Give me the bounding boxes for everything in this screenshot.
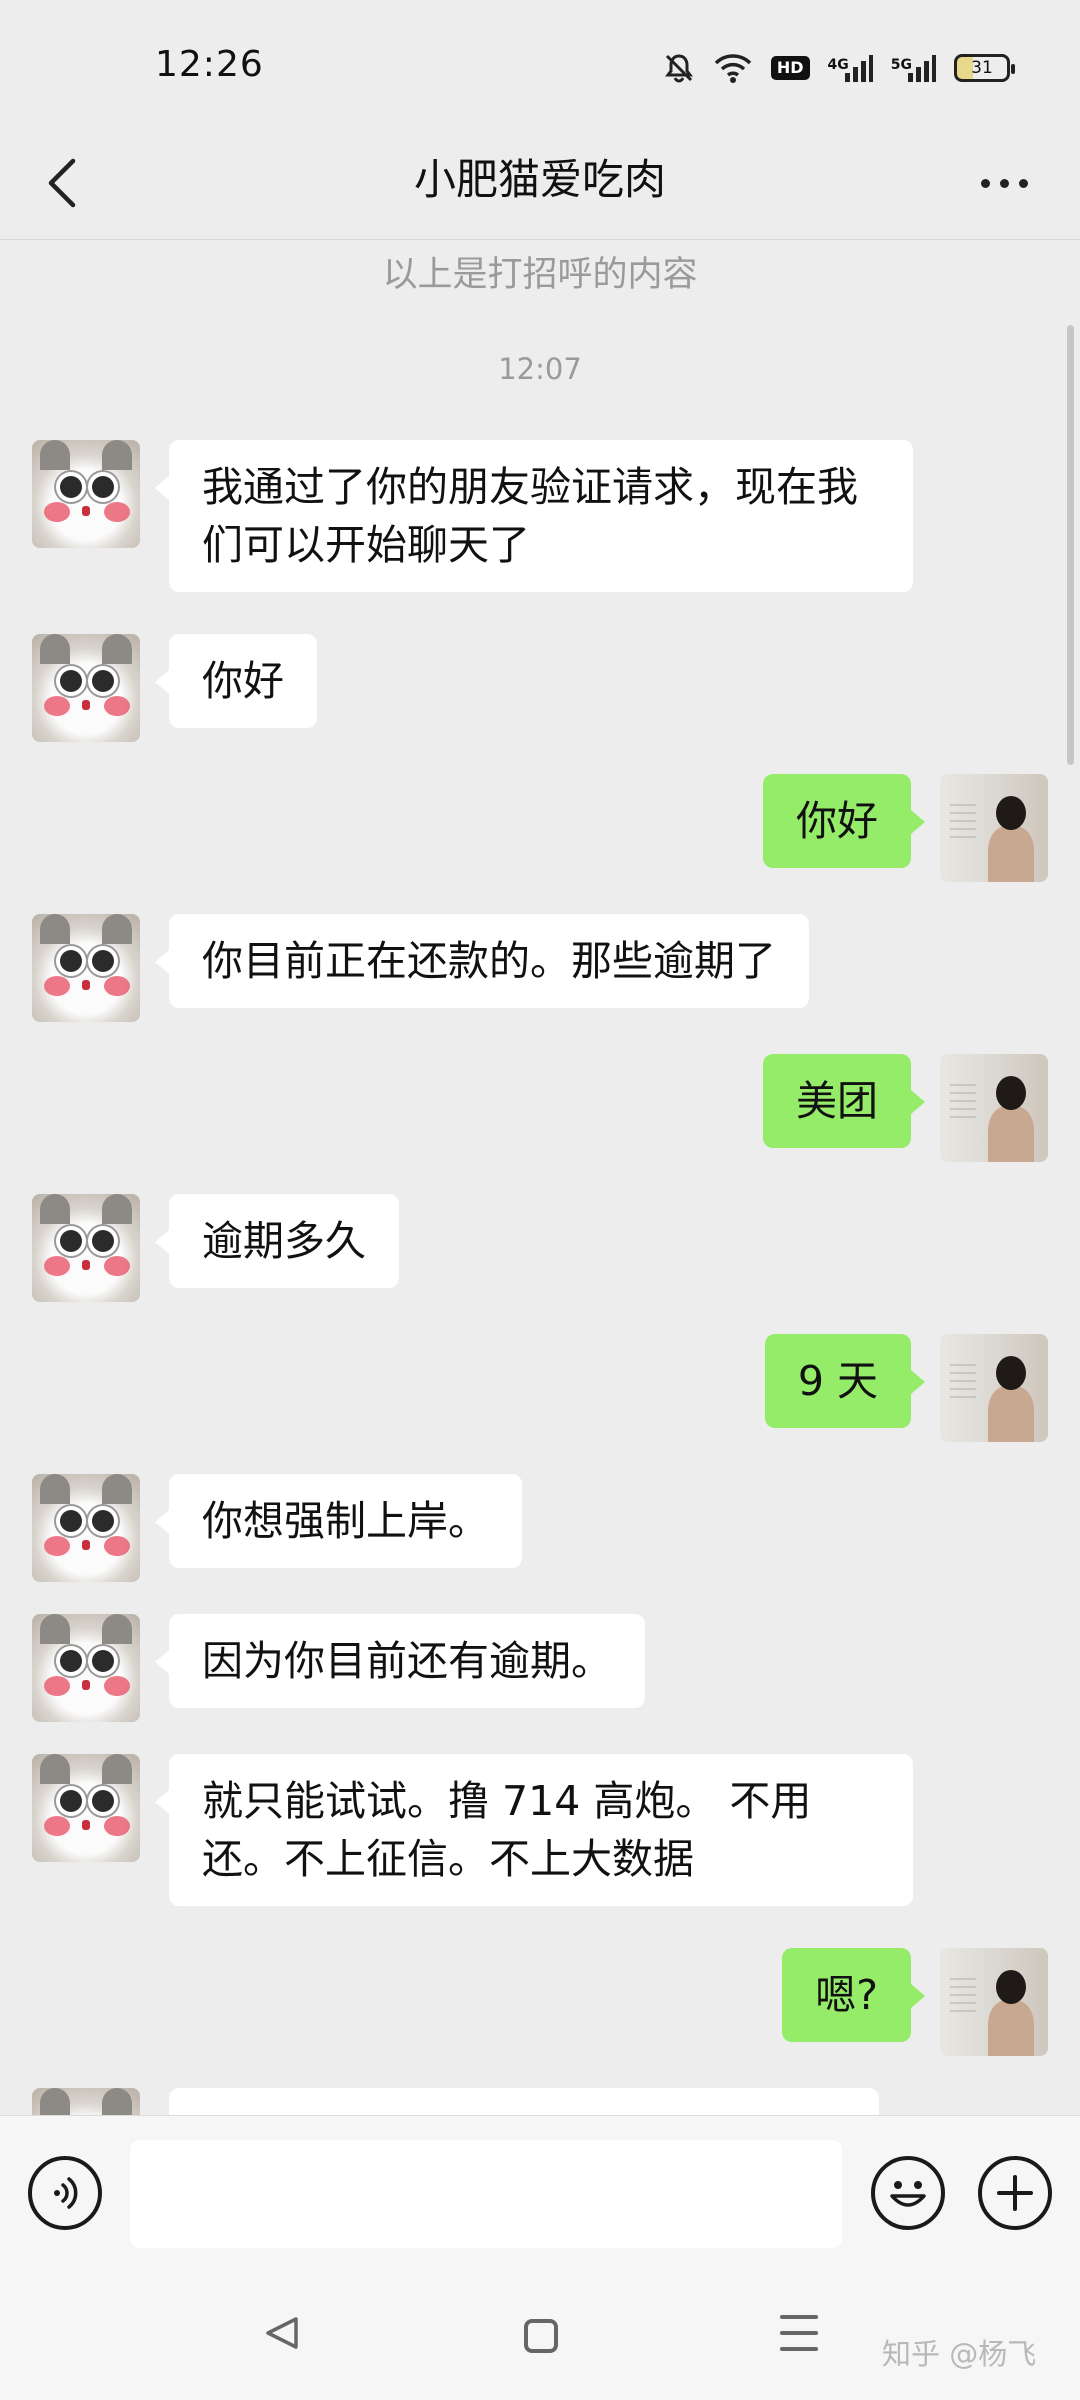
my-avatar[interactable] bbox=[940, 774, 1048, 882]
greeting-note: 以上是打招呼的内容 bbox=[382, 255, 698, 295]
voice-icon bbox=[54, 2177, 78, 2209]
contact-avatar[interactable] bbox=[32, 1754, 140, 1862]
plus-button[interactable] bbox=[978, 2156, 1052, 2230]
contact-avatar[interactable] bbox=[32, 914, 140, 1022]
status-time: 12:26 bbox=[155, 44, 264, 85]
page-title: 小肥猫爱吃肉 bbox=[413, 155, 666, 204]
voice-button[interactable] bbox=[28, 2156, 102, 2230]
watermark: 知乎 @杨飞 bbox=[882, 2337, 1037, 2371]
message-bubble-incoming[interactable]: 你目前正在还款的。那些逾期了 bbox=[155, 914, 809, 1008]
message-bubble-incoming[interactable]: 逾期多久 bbox=[155, 1194, 399, 1288]
hd-icon: HD bbox=[770, 56, 810, 80]
signal-4g-icon: 4G bbox=[828, 53, 873, 83]
input-bar bbox=[0, 2115, 1080, 2275]
message-bubble-outgoing[interactable]: 美团 bbox=[763, 1054, 925, 1148]
nav-home-icon[interactable] bbox=[524, 2319, 558, 2353]
emoji-icon bbox=[890, 2181, 926, 2207]
message-bubble-incoming[interactable] bbox=[169, 2088, 879, 2115]
scrollbar[interactable] bbox=[1067, 325, 1074, 765]
status-icons: HD 4G 5G 31 bbox=[663, 48, 1015, 88]
nav-menu-icon[interactable] bbox=[780, 2315, 818, 2351]
battery-icon: 31 bbox=[954, 54, 1015, 82]
message-bubble-outgoing[interactable]: 嗯? bbox=[782, 1948, 925, 2042]
message-bubble-incoming[interactable]: 就只能试试。撸 714 高炮。 不用还。不上征信。不上大数据 bbox=[155, 1754, 913, 1906]
contact-avatar[interactable] bbox=[32, 440, 140, 548]
message-bubble-outgoing[interactable]: 9 天 bbox=[764, 1334, 926, 1428]
plus-icon bbox=[997, 2175, 1033, 2211]
network-5g-label: 5G bbox=[890, 57, 912, 73]
emoji-button[interactable] bbox=[871, 2156, 945, 2230]
battery-level: 31 bbox=[971, 58, 993, 78]
chat-area[interactable]: 以上是打招呼的内容 12:07 我通过了你的朋友验证请求，现在我们可以开始聊天了… bbox=[0, 240, 1080, 2115]
contact-avatar[interactable] bbox=[32, 1474, 140, 1582]
message-bubble-outgoing[interactable]: 你好 bbox=[763, 774, 925, 868]
system-nav-bar: 知乎 @杨飞 bbox=[0, 2275, 1080, 2400]
wifi-icon bbox=[714, 54, 752, 83]
contact-avatar[interactable] bbox=[32, 2088, 140, 2115]
message-bubble-incoming[interactable]: 你好 bbox=[155, 634, 317, 728]
message-input[interactable] bbox=[130, 2140, 842, 2248]
my-avatar[interactable] bbox=[940, 1334, 1048, 1442]
nav-back-icon[interactable] bbox=[262, 2313, 302, 2353]
mute-bell-icon bbox=[664, 54, 693, 83]
my-avatar[interactable] bbox=[940, 1948, 1048, 2056]
more-dots-icon[interactable] bbox=[964, 158, 1044, 208]
message-bubble-incoming[interactable]: 因为你目前还有逾期。 bbox=[155, 1614, 645, 1708]
network-4g-label: 4G bbox=[827, 57, 849, 73]
title-bar: 小肥猫爱吃肉 bbox=[0, 130, 1080, 240]
message-bubble-incoming[interactable]: 我通过了你的朋友验证请求，现在我们可以开始聊天了 bbox=[155, 440, 913, 592]
signal-5g-icon: 5G bbox=[891, 53, 936, 83]
chat-timestamp: 12:07 bbox=[498, 352, 582, 386]
contact-avatar[interactable] bbox=[32, 1194, 140, 1302]
contact-avatar[interactable] bbox=[32, 634, 140, 742]
my-avatar[interactable] bbox=[940, 1054, 1048, 1162]
status-bar: 12:26 HD 4G 5G 31 bbox=[0, 0, 1080, 130]
contact-avatar[interactable] bbox=[32, 1614, 140, 1722]
message-bubble-incoming[interactable]: 你想强制上岸。 bbox=[155, 1474, 522, 1568]
